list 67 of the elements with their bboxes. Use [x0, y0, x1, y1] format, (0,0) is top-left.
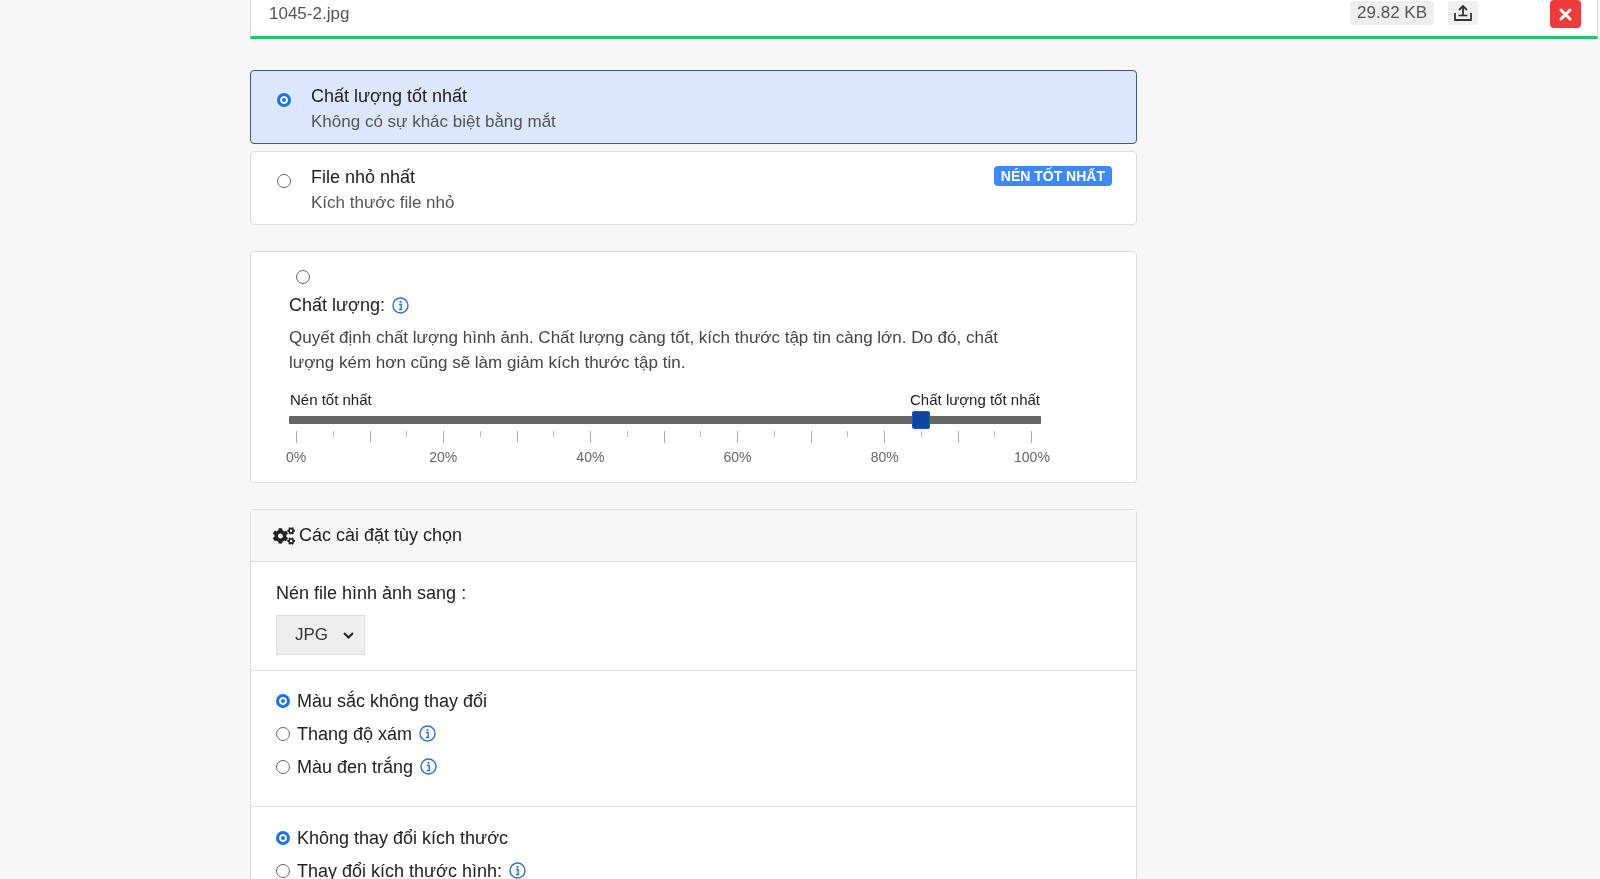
tick-mark — [847, 431, 849, 437]
tick-mark — [369, 431, 371, 443]
radio-button[interactable] — [277, 174, 291, 188]
radio-button[interactable] — [296, 270, 310, 284]
info-icon[interactable] — [419, 725, 437, 742]
format-select[interactable]: JPG — [276, 615, 365, 655]
format-label: Nén file hình ảnh sang : — [276, 582, 467, 604]
option-label[interactable]: Thang độ xám — [297, 724, 413, 743]
radio-button[interactable] — [277, 93, 291, 107]
option-label[interactable]: Màu đen trắng — [297, 757, 414, 776]
info-icon[interactable] — [508, 862, 526, 879]
tick-label: 20% — [429, 448, 458, 466]
tick-mark — [590, 431, 591, 443]
slider-max-label: Chất lượng tốt nhất — [910, 391, 1040, 409]
tick-mark — [553, 431, 555, 437]
gears-icon — [273, 526, 295, 545]
tick-label: 80% — [870, 448, 899, 466]
tick-mark — [810, 431, 812, 443]
close-icon — [1559, 7, 1572, 21]
slider[interactable] — [289, 411, 1041, 429]
upload-icon — [1453, 4, 1473, 22]
tick-mark — [296, 431, 297, 443]
tick-mark — [700, 431, 702, 437]
radio-button[interactable] — [276, 863, 290, 878]
radio-button[interactable] — [276, 726, 290, 741]
tick-mark — [773, 431, 775, 437]
slider-min-label: Nén tốt nhất — [290, 391, 372, 409]
tick-mark — [884, 431, 885, 443]
tick-mark — [479, 431, 481, 437]
option-subtitle: Kích thước file nhỏ — [311, 192, 455, 213]
tick-mark — [516, 431, 518, 443]
option-label[interactable]: Không thay đổi kích thước — [297, 828, 508, 847]
chevron-down-icon — [343, 631, 354, 639]
quality-description: Quyết định chất lượng hình ảnh. Chất lượng càng tốt, kích thước tập tin càng lớn. Do đó, chất lượng kém hơn cũng sẽ làm giảm kích thước tập tin. — [289, 327, 1000, 374]
tick-mark — [1031, 431, 1032, 443]
radio-button[interactable] — [276, 693, 290, 708]
best-compression-badge: NÉN TỐT NHẤT — [993, 166, 1112, 186]
option-title: Chất lượng tốt nhất — [311, 86, 468, 107]
tick-mark — [737, 431, 738, 443]
settings-title: Các cài đặt tùy chọn — [299, 524, 463, 547]
option-card[interactable]: File nhỏ nhất Kích thước file nhỏ NÉN TỐT NHẤT — [250, 151, 1137, 225]
option-label[interactable]: Màu sắc không thay đổi — [297, 691, 488, 710]
info-icon[interactable] — [391, 296, 409, 314]
file-name: 1045-2.jpg — [269, 3, 350, 25]
radio-button[interactable] — [276, 830, 290, 845]
tick-mark — [406, 431, 408, 437]
quality-label: Chất lượng: — [289, 294, 385, 316]
tick-mark — [626, 431, 628, 437]
tick-mark — [994, 431, 996, 437]
tick-mark — [663, 431, 665, 443]
tick-mark — [957, 431, 959, 443]
option-card[interactable]: Chất lượng tốt nhất Không có sự khác biệt bằng mắt — [250, 70, 1137, 144]
tick-label: 40% — [576, 448, 605, 466]
close-button[interactable] — [1550, 0, 1581, 28]
tick-label: 60% — [723, 448, 752, 466]
tick-mark — [443, 431, 444, 443]
radio-button[interactable] — [276, 759, 290, 774]
tick-mark — [920, 431, 922, 437]
tick-label: 0% — [285, 448, 307, 466]
info-icon[interactable] — [420, 758, 438, 775]
file-size: 29.82 KB — [1350, 1, 1434, 25]
option-subtitle: Không có sự khác biệt bằng mắt — [311, 111, 556, 132]
slider-thumb[interactable] — [911, 411, 930, 429]
upload-button[interactable] — [1448, 1, 1478, 25]
option-title: File nhỏ nhất — [311, 167, 417, 188]
tick-mark — [332, 431, 334, 437]
tick-label: 100% — [1014, 448, 1050, 466]
